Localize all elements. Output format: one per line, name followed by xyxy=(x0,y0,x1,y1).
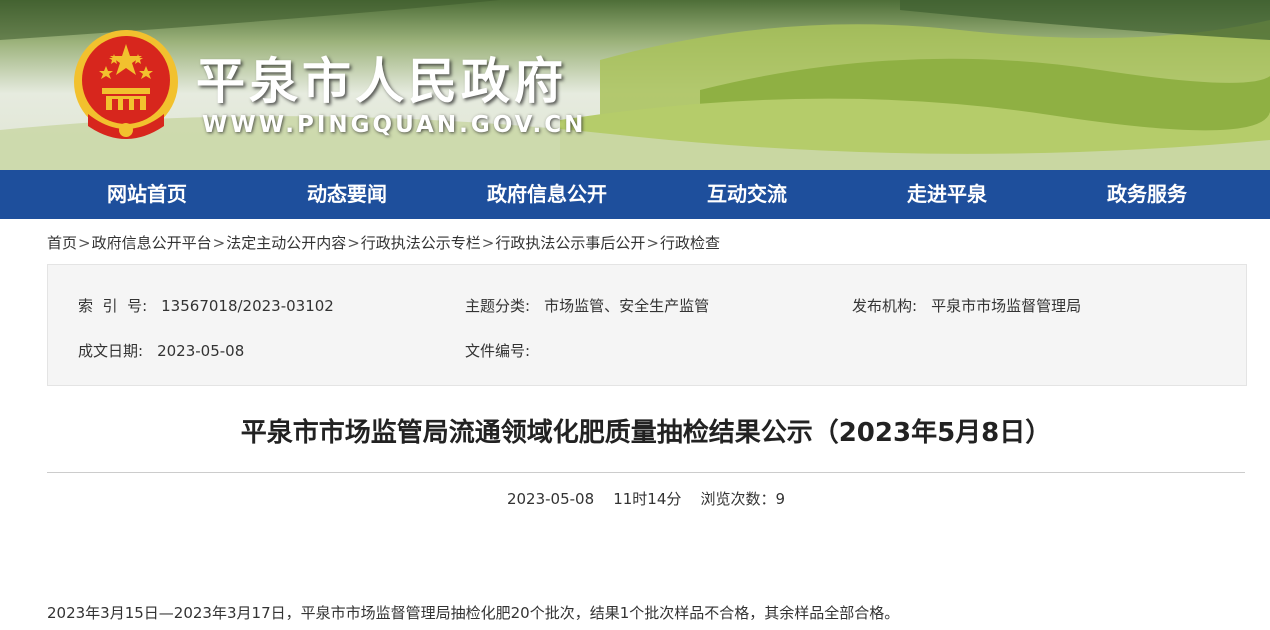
meta-value: 2023-05-08 xyxy=(157,342,245,360)
views-label: 浏览次数： xyxy=(700,490,776,508)
nav-item-gov-info[interactable]: 政府信息公开 xyxy=(447,170,647,219)
breadcrumb: 首页>政府信息公开平台>法定主动公开内容>行政执法公示专栏>行政执法公示事后公开… xyxy=(47,232,720,253)
breadcrumb-inspection[interactable]: 行政检查 xyxy=(660,234,720,252)
nav-item-interaction[interactable]: 互动交流 xyxy=(647,170,847,219)
meta-topic: 主题分类: 市场监管、安全生产监管 xyxy=(465,295,709,316)
publish-date: 2023-05-08 xyxy=(506,490,595,508)
header-landscape-background xyxy=(0,0,1270,170)
breadcrumb-info-platform[interactable]: 政府信息公开平台 xyxy=(92,234,212,252)
breadcrumb-statutory-content[interactable]: 法定主动公开内容 xyxy=(226,234,346,252)
meta-label: 文件编号: xyxy=(465,342,531,360)
article-title: 平泉市市场监管局流通领域化肥质量抽检结果公示（2023年5月8日） xyxy=(240,418,1052,448)
meta-value: 平泉市市场监督管理局 xyxy=(931,297,1082,315)
breadcrumb-home[interactable]: 首页 xyxy=(47,234,77,252)
nav-item-gov-services[interactable]: 政务服务 xyxy=(1047,170,1247,219)
site-domain: WWW.PINGQUAN.GOV.CN xyxy=(202,112,587,138)
nav-item-news[interactable]: 动态要闻 xyxy=(247,170,447,219)
meta-date: 成文日期: 2023-05-08 xyxy=(78,340,244,361)
site-header: 平泉市人民政府 WWW.PINGQUAN.GOV.CN xyxy=(0,0,1270,170)
breadcrumb-separator: > xyxy=(212,234,226,252)
site-title: 平泉市人民政府 xyxy=(196,53,568,110)
breadcrumb-separator: > xyxy=(481,234,495,252)
meta-doc-number: 文件编号: xyxy=(465,340,544,361)
breadcrumb-separator: > xyxy=(347,234,360,252)
nav-item-about-pingquan[interactable]: 走进平泉 xyxy=(847,170,1047,219)
meta-publisher: 发布机构: 平泉市市场监督管理局 xyxy=(852,295,1081,316)
article-paragraph: 2023年3月15日—2023年3月17日，平泉市市场监督管理局抽检化肥20个批… xyxy=(47,604,900,622)
views-count: 9 xyxy=(775,490,786,508)
main-nav: 网站首页 动态要闻 政府信息公开 互动交流 走进平泉 政务服务 xyxy=(0,170,1270,219)
breadcrumb-separator: > xyxy=(646,234,659,252)
meta-value: 13567018/2023-03102 xyxy=(161,297,334,315)
article-meta: 2023-05-08 11时14分 浏览次数：9 xyxy=(47,488,1245,509)
meta-label: 成文日期: xyxy=(78,342,144,360)
meta-label: 发布机构: xyxy=(852,297,918,315)
nav-item-home[interactable]: 网站首页 xyxy=(47,170,247,219)
breadcrumb-separator: > xyxy=(78,234,91,252)
document-meta-box: 索 引 号: 13567018/2023-03102 主题分类: 市场监管、安全生产… xyxy=(47,264,1247,386)
breadcrumb-enforcement-post[interactable]: 行政执法公示事后公开 xyxy=(495,234,645,252)
breadcrumb-enforcement-column[interactable]: 行政执法公示专栏 xyxy=(361,234,481,252)
title-divider xyxy=(47,472,1245,473)
meta-index-number: 索 引 号: 13567018/2023-03102 xyxy=(78,295,334,316)
meta-label: 索 引 号: xyxy=(78,297,148,315)
national-emblem-icon xyxy=(74,30,178,139)
publish-time: 11时14分 xyxy=(613,490,682,508)
meta-label: 主题分类: xyxy=(465,297,531,315)
meta-value: 市场监管、安全生产监管 xyxy=(544,297,710,315)
